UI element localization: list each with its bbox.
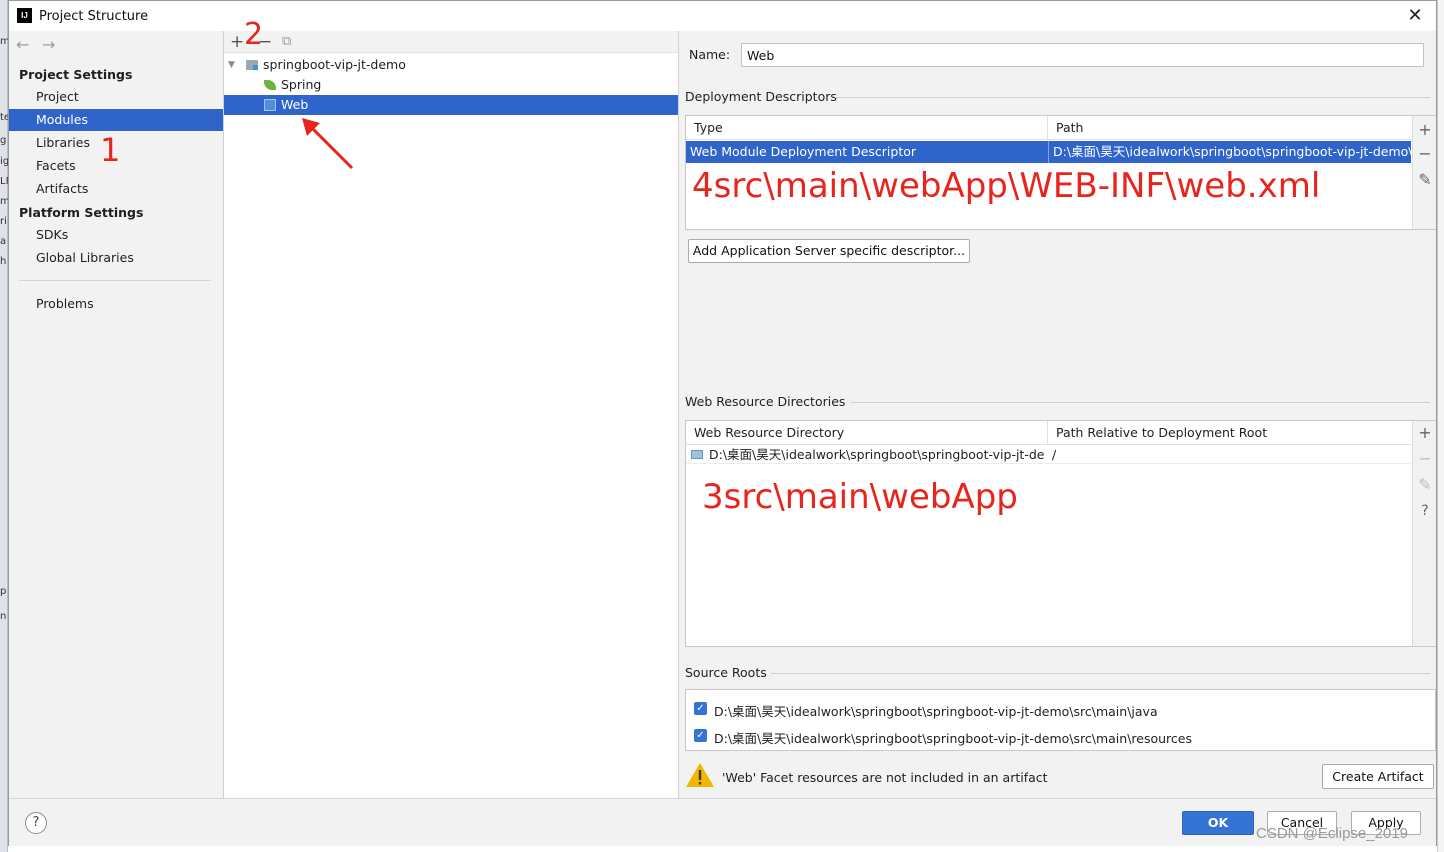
deployment-descriptors-title: Deployment Descriptors: [685, 89, 837, 104]
sidebar-item-global-libraries[interactable]: Global Libraries: [9, 247, 223, 269]
close-button[interactable]: ✕: [1404, 5, 1426, 27]
web-resource-directories-title: Web Resource Directories: [685, 394, 846, 409]
add-module-button[interactable]: +: [230, 32, 244, 52]
name-label: Name:: [689, 47, 731, 62]
background-window-edge: m te g ig LF m ri a h p n: [0, 0, 8, 852]
spring-facet-label: Spring: [281, 77, 322, 92]
help-icon[interactable]: ?: [1413, 499, 1437, 523]
sidebar-item-modules[interactable]: Modules: [9, 109, 223, 131]
tree-toolbar: + − ⧉ 2: [224, 17, 678, 53]
dialog-footer: ? OK Cancel Apply: [9, 798, 1436, 846]
ok-button[interactable]: OK: [1182, 811, 1254, 835]
title-bar: IJ Project Structure ✕: [9, 1, 1436, 31]
settings-sidebar: ← → Project Settings Project Modules Lib…: [9, 31, 223, 798]
table-row[interactable]: D:\桌面\昊天\idealwork\springboot\springboot…: [686, 446, 1411, 464]
expand-arrow-icon[interactable]: ▼: [228, 55, 235, 75]
section-divider: [771, 673, 1430, 674]
annotation-step-1: 1: [100, 131, 121, 169]
sidebar-divider: [19, 280, 211, 281]
column-header-type[interactable]: Type: [686, 116, 1048, 140]
warning-icon: [686, 763, 714, 787]
web-facet-label: Web: [281, 97, 309, 112]
add-server-descriptor-button[interactable]: Add Application Server specific descript…: [688, 239, 970, 263]
sidebar-item-artifacts[interactable]: Artifacts: [9, 178, 223, 200]
source-roots-title: Source Roots: [685, 665, 767, 680]
help-button[interactable]: ?: [25, 812, 47, 834]
annotation-step-2: 2: [244, 17, 264, 52]
module-folder-icon: [246, 60, 258, 70]
section-divider: [851, 402, 1430, 403]
add-web-resource-icon[interactable]: +: [1413, 421, 1437, 445]
back-arrow-icon[interactable]: ←: [16, 35, 29, 54]
edit-descriptor-icon[interactable]: ✎: [1413, 168, 1437, 192]
folder-icon: [691, 450, 703, 459]
root-module-label: springboot-vip-jt-demo: [263, 57, 406, 72]
section-divider: [835, 97, 1430, 98]
checkbox-checked-icon[interactable]: ✓: [694, 729, 707, 742]
edit-web-resource-icon[interactable]: ✎: [1413, 473, 1437, 497]
web-resource-side-toolbar: + − ✎ ?: [1412, 421, 1436, 646]
descriptor-side-toolbar: + − ✎: [1412, 116, 1436, 229]
source-roots-list: ✓ D:\桌面\昊天\idealwork\springboot\springbo…: [685, 689, 1436, 751]
tree-node-web[interactable]: Web: [224, 95, 678, 115]
background-window-edge-right: [1437, 0, 1444, 852]
add-descriptor-icon[interactable]: +: [1413, 118, 1437, 142]
table-row[interactable]: Web Module Deployment Descriptor D:\桌面\昊…: [686, 141, 1411, 163]
intellij-logo-icon: IJ: [17, 8, 32, 23]
facet-details-panel: Name: Deployment Descriptors Type Path W…: [679, 31, 1436, 798]
annotation-arrow: [302, 118, 354, 170]
descriptor-type-cell: Web Module Deployment Descriptor: [690, 144, 917, 159]
tree-node-spring[interactable]: Spring: [224, 75, 678, 95]
relative-path-cell: /: [1052, 447, 1057, 462]
sidebar-item-problems[interactable]: Problems: [9, 293, 223, 315]
project-settings-header: Project Settings: [19, 67, 133, 82]
source-root-item[interactable]: ✓ D:\桌面\昊天\idealwork\springboot\springbo…: [694, 700, 1394, 719]
sidebar-item-sdks[interactable]: SDKs: [9, 224, 223, 246]
create-artifact-button[interactable]: Create Artifact: [1322, 764, 1434, 789]
tree-node-root-module[interactable]: ▼ springboot-vip-jt-demo: [224, 55, 678, 75]
platform-settings-header: Platform Settings: [19, 205, 144, 220]
web-resource-directory-cell: D:\桌面\昊天\idealwork\springboot\springboot…: [709, 447, 1045, 462]
web-resource-directories-table: Web Resource Directory Path Relative to …: [685, 420, 1436, 647]
web-facet-icon: [264, 99, 276, 111]
remove-descriptor-icon[interactable]: −: [1413, 142, 1437, 166]
descriptor-path-cell: D:\桌面\昊天\idealwork\springboot\springboot…: [1048, 141, 1411, 163]
column-header-path[interactable]: Path: [1048, 116, 1411, 140]
watermark-text: CSDN @Eclipse_2019: [1256, 825, 1408, 842]
source-root-item[interactable]: ✓ D:\桌面\昊天\idealwork\springboot\springbo…: [694, 727, 1394, 746]
window-title: Project Structure: [39, 9, 149, 24]
deployment-descriptors-table: Type Path Web Module Deployment Descript…: [685, 115, 1436, 230]
warning-message: 'Web' Facet resources are not included i…: [722, 770, 1048, 785]
project-structure-dialog: IJ Project Structure ✕ ← → Project Setti…: [8, 0, 1437, 846]
checkbox-checked-icon[interactable]: ✓: [694, 702, 707, 715]
column-header-web-resource-directory[interactable]: Web Resource Directory: [686, 421, 1048, 445]
column-header-relative-path[interactable]: Path Relative to Deployment Root: [1048, 421, 1411, 445]
annotation-step-4: 4src\main\webApp\WEB-INF\web.xml: [692, 166, 1321, 206]
copy-module-button[interactable]: ⧉: [282, 32, 291, 52]
spring-leaf-icon: [264, 80, 276, 90]
forward-arrow-icon[interactable]: →: [42, 35, 55, 54]
source-root-path: D:\桌面\昊天\idealwork\springboot\springboot…: [714, 704, 1158, 719]
sidebar-item-project[interactable]: Project: [9, 86, 223, 108]
source-root-path: D:\桌面\昊天\idealwork\springboot\springboot…: [714, 731, 1192, 746]
module-tree-panel: + − ⧉ 2 ▼ springboot-vip-jt-demo Spring …: [223, 17, 679, 798]
name-field[interactable]: [741, 43, 1424, 67]
remove-web-resource-icon[interactable]: −: [1413, 447, 1437, 471]
annotation-step-3: 3src\main\webApp: [702, 477, 1018, 517]
